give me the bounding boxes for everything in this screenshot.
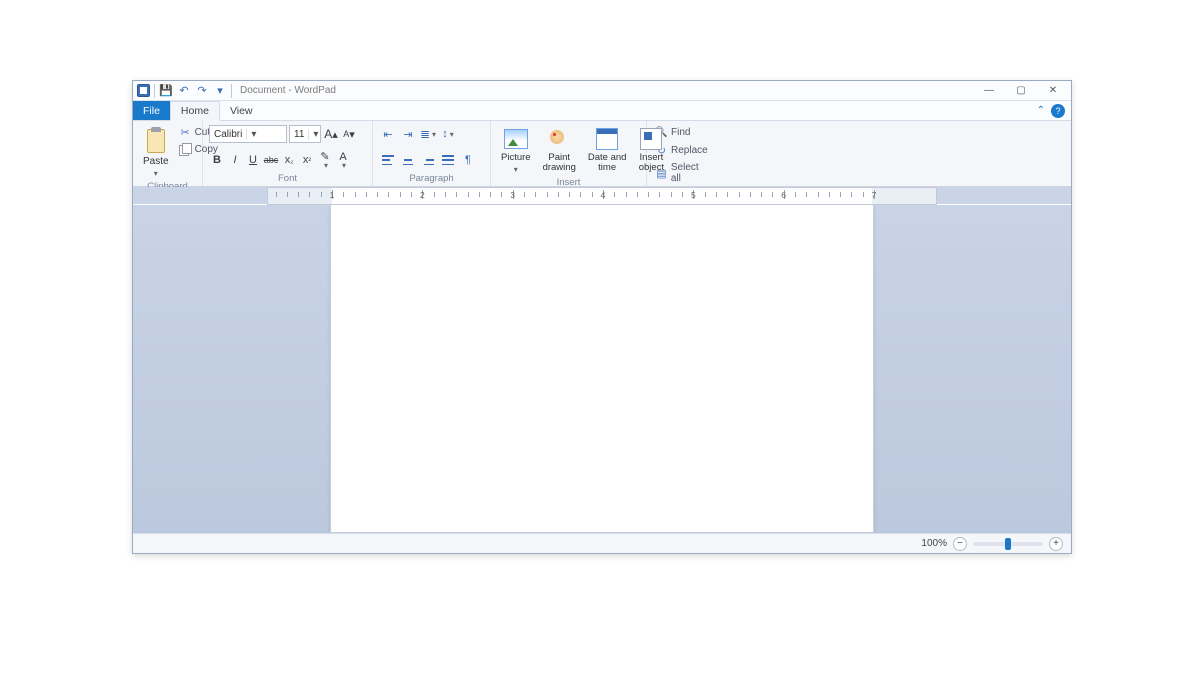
qat-separator-2	[231, 84, 232, 98]
zoom-in-button[interactable]: +	[1049, 537, 1063, 551]
font-family-value: Calibri	[210, 129, 246, 140]
superscript-button[interactable]: x	[299, 151, 315, 169]
grow-font-button[interactable]: A▴	[323, 125, 339, 143]
increase-indent-button[interactable]	[399, 125, 417, 143]
select-all-icon	[655, 167, 668, 180]
customize-qat-button[interactable]: ▾	[213, 84, 227, 98]
decrease-indent-button[interactable]	[379, 125, 397, 143]
undo-button[interactable]: ↶	[177, 84, 191, 98]
close-button[interactable]: ✕	[1037, 81, 1069, 101]
window-controls: — ▢ ✕	[973, 81, 1069, 101]
maximize-button[interactable]: ▢	[1005, 81, 1037, 101]
group-font: Calibri▾ 11▾ A▴ A▾ B I U abc x x ✎ A Fon…	[203, 121, 373, 186]
ribbon: Paste ▾ Cut Copy Clipboard Calibri▾ 11▾ …	[133, 121, 1071, 187]
document-area: 1234567	[133, 187, 1071, 533]
highlight-color-button[interactable]: ✎	[317, 151, 333, 169]
align-left-button[interactable]	[379, 151, 397, 169]
subscript-button[interactable]: x	[281, 151, 297, 169]
status-bar: 100% − +	[133, 533, 1071, 553]
paint-drawing-button[interactable]: Paint drawing	[539, 125, 580, 175]
horizontal-ruler[interactable]: 1234567	[267, 187, 937, 205]
paste-label: Paste	[143, 157, 169, 167]
align-center-button[interactable]	[399, 151, 417, 169]
group-clipboard: Paste ▾ Cut Copy Clipboard	[133, 121, 203, 186]
date-time-button[interactable]: Date and time	[584, 125, 631, 175]
paint-icon	[548, 128, 570, 150]
font-size-select[interactable]: 11▾	[289, 125, 321, 143]
strikethrough-button[interactable]: abc	[263, 151, 279, 169]
align-right-button[interactable]	[419, 151, 437, 169]
app-icon[interactable]	[137, 84, 150, 97]
zoom-slider-thumb[interactable]	[1005, 538, 1011, 550]
zoom-out-button[interactable]: −	[953, 537, 967, 551]
underline-button[interactable]: U	[245, 151, 261, 169]
paragraph-dialog-button[interactable]	[459, 151, 477, 169]
font-family-select[interactable]: Calibri▾	[209, 125, 287, 143]
insert-picture-label: Picture	[501, 153, 531, 163]
collapse-ribbon-icon[interactable]: ⌃	[1037, 105, 1045, 116]
paste-button[interactable]: Paste ▾	[139, 125, 173, 180]
help-icon[interactable]: ?	[1051, 104, 1065, 118]
paint-drawing-label: Paint drawing	[543, 153, 576, 173]
ribbon-tabs: File Home View ⌃ ?	[133, 101, 1071, 121]
find-label: Find	[671, 127, 690, 138]
picture-icon	[504, 129, 528, 149]
line-spacing-button[interactable]	[439, 125, 457, 143]
select-all-label: Select all	[671, 162, 711, 184]
group-paragraph: Paragraph	[373, 121, 491, 186]
copy-icon	[179, 143, 192, 156]
window-title: Document - WordPad	[240, 85, 336, 96]
group-label-font: Font	[209, 172, 366, 186]
font-color-button[interactable]: A	[335, 151, 351, 169]
zoom-level-label: 100%	[921, 538, 947, 549]
title-bar: 💾 ↶ ↷ ▾ Document - WordPad — ▢ ✕	[133, 81, 1071, 101]
quick-access-toolbar: 💾 ↶ ↷ ▾	[135, 84, 232, 98]
group-insert: Picture ▾ Paint drawing Date and time In…	[491, 121, 647, 186]
italic-button[interactable]: I	[227, 151, 243, 169]
insert-picture-button[interactable]: Picture ▾	[497, 125, 535, 176]
qat-separator	[154, 84, 155, 98]
ruler-wrap: 1234567	[133, 187, 1071, 205]
tab-view[interactable]: View	[220, 101, 263, 120]
date-time-label: Date and time	[588, 153, 627, 173]
replace-label: Replace	[671, 145, 708, 156]
bullets-button[interactable]	[419, 125, 437, 143]
paste-icon	[144, 127, 168, 155]
document-page[interactable]	[330, 205, 874, 533]
zoom-slider[interactable]	[973, 542, 1043, 546]
bold-button[interactable]: B	[209, 151, 225, 169]
save-button[interactable]: 💾	[159, 84, 173, 98]
cut-icon	[179, 126, 192, 139]
wordpad-window: 💾 ↶ ↷ ▾ Document - WordPad — ▢ ✕ File Ho…	[132, 80, 1072, 554]
tab-file[interactable]: File	[133, 101, 170, 120]
minimize-button[interactable]: —	[973, 81, 1005, 101]
select-all-button[interactable]: Select all	[653, 161, 713, 185]
tab-home[interactable]: Home	[170, 101, 220, 121]
object-icon	[640, 128, 662, 150]
redo-button[interactable]: ↷	[195, 84, 209, 98]
font-size-value: 11	[290, 129, 308, 140]
align-justify-button[interactable]	[439, 151, 457, 169]
group-label-paragraph: Paragraph	[379, 172, 484, 186]
shrink-font-button[interactable]: A▾	[341, 125, 357, 143]
calendar-icon	[596, 128, 618, 150]
